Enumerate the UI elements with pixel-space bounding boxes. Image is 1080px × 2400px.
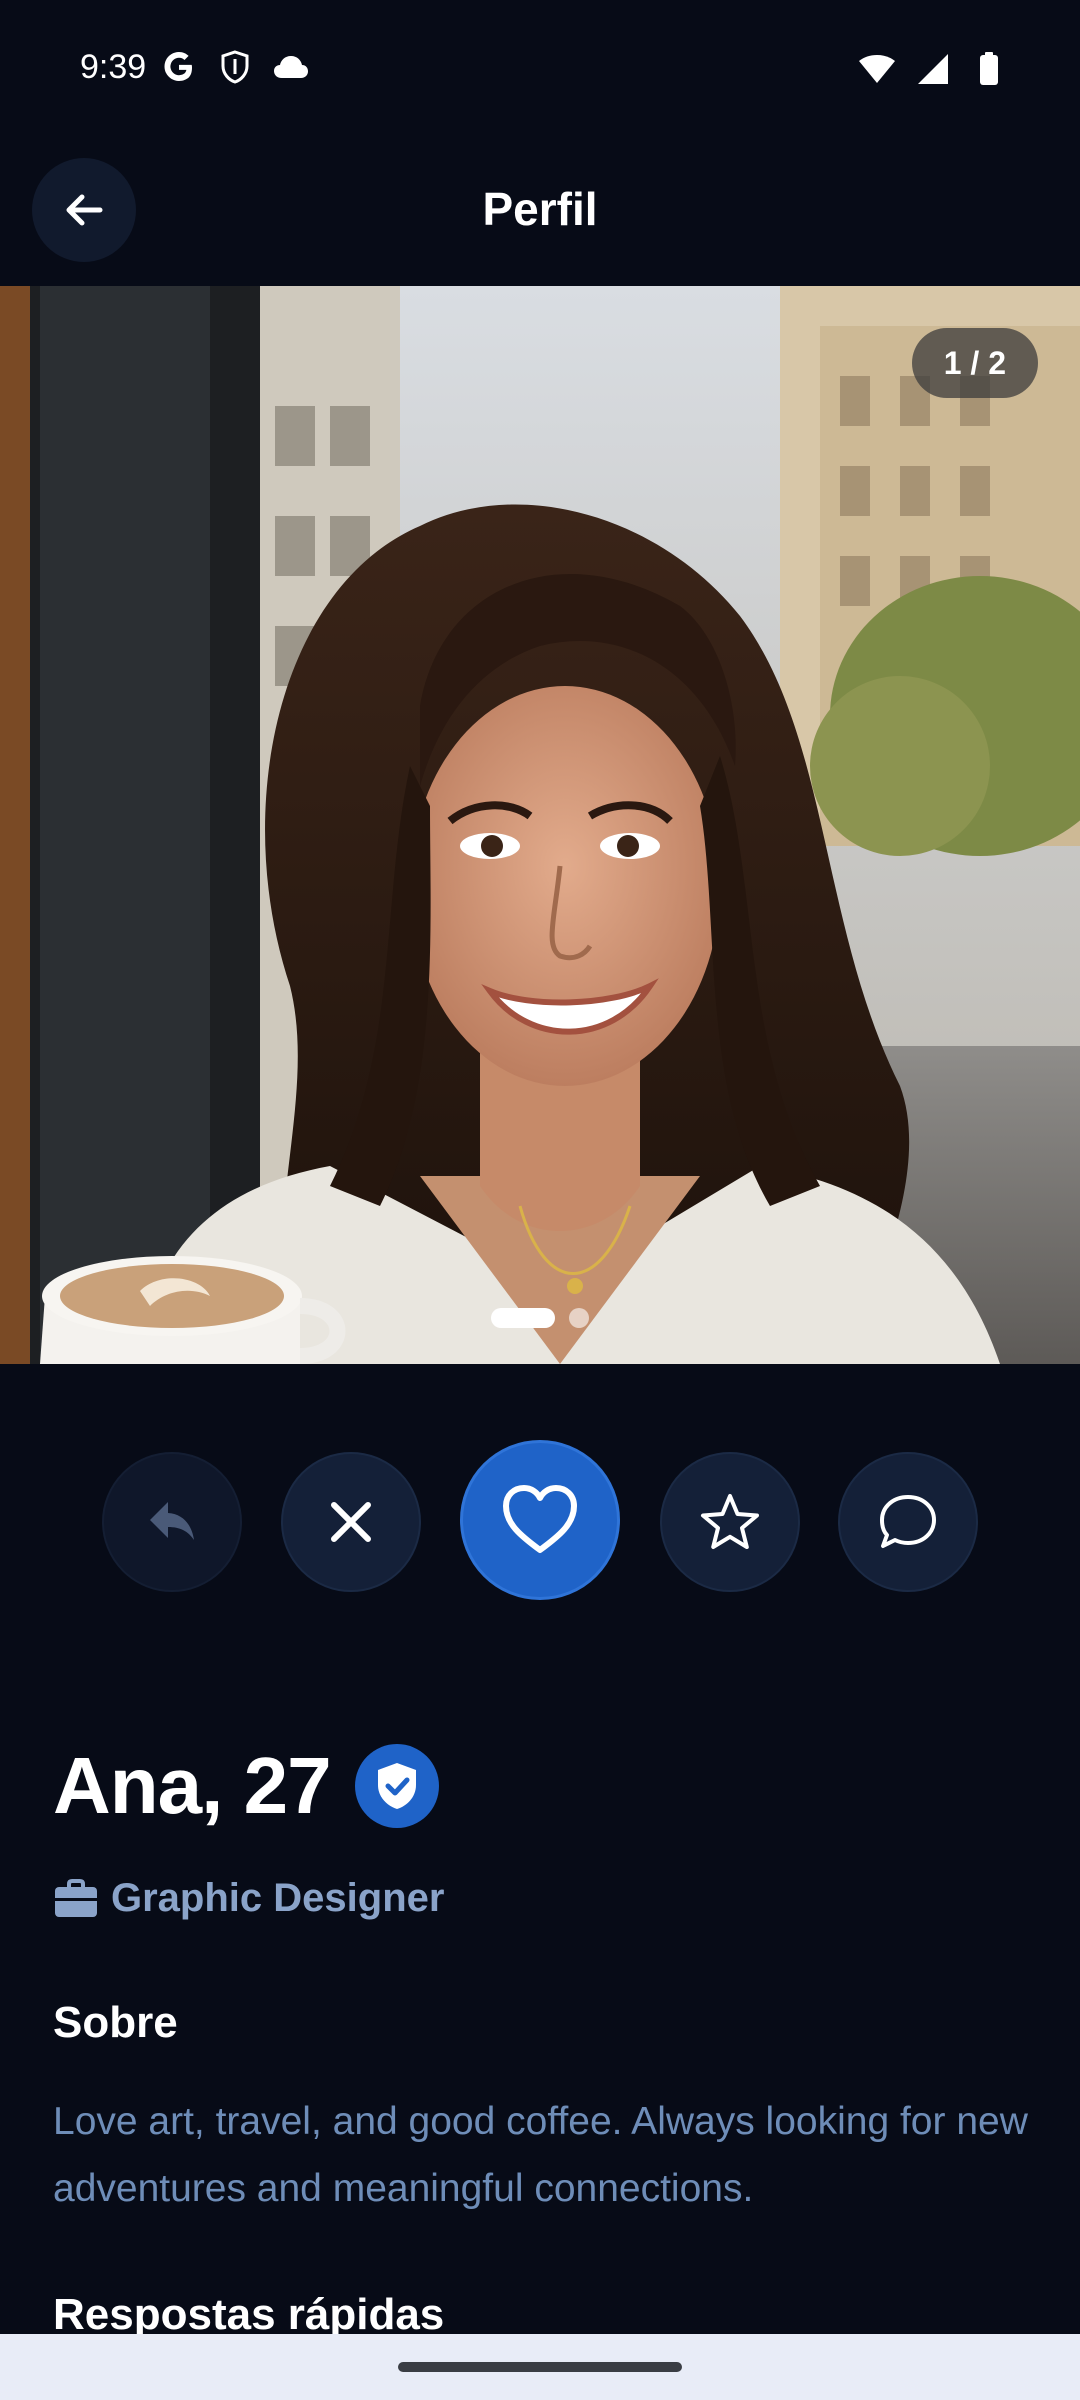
profile-photo-image xyxy=(0,286,1080,1364)
battery-icon xyxy=(970,50,1008,88)
action-buttons xyxy=(0,1440,1080,1610)
home-gesture-handle[interactable] xyxy=(398,2362,682,2372)
status-left-icons xyxy=(160,48,310,86)
star-icon xyxy=(701,1494,759,1549)
profile-photo[interactable]: 1 / 2 xyxy=(0,286,1080,1364)
photo-dot[interactable] xyxy=(569,1308,589,1328)
chat-bubble-icon xyxy=(880,1495,936,1548)
about-text: Love art, travel, and good coffee. Alway… xyxy=(53,2100,1028,2210)
rewind-button[interactable] xyxy=(102,1452,242,1592)
status-right-icons xyxy=(858,50,1008,88)
pass-button[interactable] xyxy=(281,1452,421,1592)
photo-page-indicator xyxy=(0,1308,1080,1328)
verified-badge xyxy=(354,1744,439,1828)
quick-answers-title: Respostas rápidas xyxy=(53,2290,445,2339)
photo-counter: 1 / 2 xyxy=(911,328,1038,398)
superlike-button[interactable] xyxy=(660,1452,800,1592)
status-bar: 9:39 xyxy=(0,0,1080,135)
profile-name-row: Ana, 27 xyxy=(53,1740,439,1832)
photo-dot-active[interactable] xyxy=(491,1308,555,1328)
profile-name: Ana, 27 xyxy=(53,1741,332,1830)
navigation-bar xyxy=(0,2334,1080,2400)
heart-icon xyxy=(503,1485,577,1553)
page-title: Perfil xyxy=(482,183,598,235)
google-icon xyxy=(160,48,198,86)
job-row: Graphic Designer xyxy=(53,1876,444,1921)
status-time: 9:39 xyxy=(80,48,147,86)
verified-shield-icon xyxy=(377,1763,416,1809)
signal-icon xyxy=(914,50,952,88)
message-button[interactable] xyxy=(838,1452,978,1592)
briefcase-icon xyxy=(55,1878,97,1917)
cloud-icon xyxy=(272,48,310,86)
shield-icon xyxy=(216,48,254,86)
like-button[interactable] xyxy=(460,1440,620,1600)
close-icon xyxy=(331,1502,371,1542)
job-title: Graphic Designer xyxy=(111,1876,445,1920)
about-section-title: Sobre xyxy=(53,1998,178,2047)
profile-screen: 9:39 Perfil 1 / 2 Ana, 27 Graphic Design… xyxy=(0,0,1080,2400)
undo-icon xyxy=(150,1502,194,1540)
app-bar: Perfil xyxy=(0,150,1080,285)
wifi-icon xyxy=(858,50,896,88)
